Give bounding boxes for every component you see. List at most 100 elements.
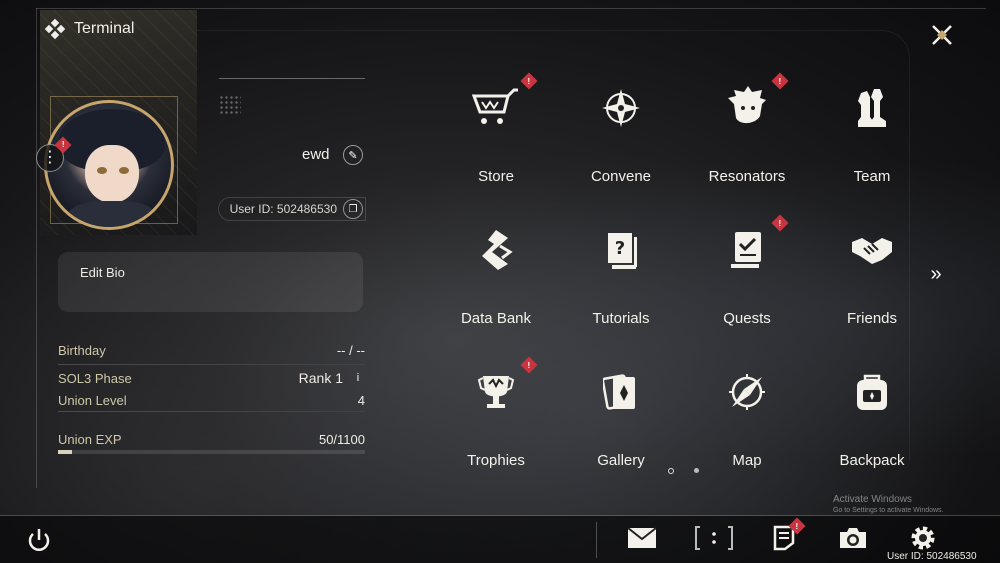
menu-team[interactable]: Team <box>817 82 927 202</box>
backpack-icon <box>846 366 898 418</box>
divider <box>596 522 597 558</box>
stat-value: 50/1100 <box>318 431 365 447</box>
menu-data-bank[interactable]: Data Bank <box>441 224 551 344</box>
menu-label: Store <box>478 168 514 185</box>
double-chevron-right-icon: » <box>930 262 942 285</box>
edit-name-button[interactable]: ✎ <box>343 145 363 165</box>
bracket-scan-icon <box>695 526 733 550</box>
menu-trophies[interactable]: ! Trophies <box>441 356 551 486</box>
terminal-diamond-icon <box>44 18 66 40</box>
menu-store[interactable]: ! Store <box>441 72 551 202</box>
watermark-line: Go to Settings to activate Windows. <box>833 507 944 514</box>
copy-id-button[interactable]: ❐ <box>343 199 363 219</box>
cards-icon <box>595 366 647 418</box>
menu-friends[interactable]: Friends <box>817 224 927 344</box>
menu-gallery[interactable]: Gallery <box>566 366 676 486</box>
page-title: Terminal <box>74 20 135 37</box>
stat-value: -- / -- <box>336 342 365 358</box>
character-head-icon <box>721 82 773 134</box>
avatar-collar <box>67 201 157 227</box>
avatar-eye <box>97 167 107 174</box>
menu-backpack[interactable]: Backpack <box>817 366 927 486</box>
menu-label: Quests <box>723 310 771 327</box>
stat-row-union-level: Union Level 4 <box>58 389 365 411</box>
more-options-button[interactable]: ⋮ ! <box>36 136 72 172</box>
info-button[interactable]: i <box>351 370 365 386</box>
notes-button[interactable]: ! <box>767 517 806 554</box>
stat-key: Birthday <box>58 342 106 358</box>
frame-line <box>36 8 986 9</box>
mail-button[interactable] <box>625 522 659 554</box>
stat-row-birthday: Birthday -- / -- <box>58 339 365 361</box>
divider <box>58 411 365 412</box>
menu-tutorials[interactable]: ? Tutorials <box>566 224 676 344</box>
edit-bio-box[interactable]: Edit Bio <box>58 252 363 312</box>
header: Terminal <box>44 18 135 40</box>
mail-icon <box>627 527 657 548</box>
menu-label: Convene <box>590 168 652 185</box>
menu-label: Backpack <box>839 452 905 469</box>
gear-icon <box>911 526 935 550</box>
compass-star-icon <box>595 82 647 134</box>
close-x-icon <box>932 25 952 45</box>
menu-label: Resonators <box>708 168 786 185</box>
decorative-dots <box>219 95 241 115</box>
avatar-face <box>85 145 139 203</box>
chess-pieces-icon <box>846 82 898 134</box>
exp-progress-bar <box>58 450 365 454</box>
menu-label: Friends <box>846 310 898 327</box>
trophy-icon <box>470 366 522 418</box>
stat-key: Union Level <box>58 392 127 408</box>
windows-activation-watermark: Activate Windows Go to Settings to activ… <box>833 494 944 514</box>
more-dots-icon: ⋮ <box>42 149 58 166</box>
page-dot-active <box>668 468 674 474</box>
copy-icon: ❐ <box>348 203 358 215</box>
close-button[interactable] <box>923 16 961 54</box>
page-dot[interactable] <box>694 468 699 473</box>
page-indicator <box>668 468 699 474</box>
menu-resonators[interactable]: ! Resonators <box>692 72 802 202</box>
stat-row-phase: SOL3 Phase Rank 1 i <box>58 367 365 389</box>
settings-button[interactable] <box>906 522 940 554</box>
checklist-icon <box>721 224 773 276</box>
frame-line <box>36 8 37 488</box>
player-name: ewd <box>302 146 330 163</box>
menu-label: Trophies <box>467 452 525 469</box>
power-button[interactable] <box>22 524 56 556</box>
menu-label: Tutorials <box>592 310 650 327</box>
stat-value: 4 <box>357 392 365 408</box>
compass-needle-icon <box>721 366 773 418</box>
bottom-user-id: User ID: 502486530 <box>887 551 977 562</box>
user-id-label: User ID: 502486530 <box>229 202 337 216</box>
menu-label: Data Bank <box>460 310 532 327</box>
watermark-line: Activate Windows <box>833 494 912 505</box>
menu-map[interactable]: Map <box>692 366 802 486</box>
rank-value: Rank 1 <box>298 370 343 386</box>
scan-button[interactable] <box>694 522 734 554</box>
stat-row-union-exp: Union EXP 50/1100 <box>58 428 365 450</box>
divider <box>219 78 365 79</box>
menu-quests[interactable]: ! Quests <box>692 214 802 344</box>
user-id-row: User ID: 502486530 ❐ <box>218 197 366 221</box>
cart-icon <box>470 82 522 134</box>
stat-key: Union EXP <box>58 431 122 447</box>
camera-button[interactable] <box>836 522 870 554</box>
divider <box>0 515 1000 516</box>
handshake-icon <box>846 224 898 276</box>
edit-bio-label: Edit Bio <box>80 265 125 280</box>
camera-icon <box>840 528 866 548</box>
menu-label: Team <box>853 168 891 185</box>
pencil-icon: ✎ <box>348 149 358 162</box>
svg-text:?: ? <box>615 238 625 259</box>
avatar-eye <box>119 167 129 174</box>
menu-label: Map <box>732 452 762 469</box>
next-page-button[interactable]: » <box>924 262 948 286</box>
stat-value: Rank 1 i <box>299 370 365 386</box>
power-icon <box>28 529 50 551</box>
menu-label: Gallery <box>597 452 645 469</box>
divider <box>58 364 365 365</box>
question-book-icon: ? <box>595 224 647 276</box>
avatar[interactable] <box>44 100 174 230</box>
menu-convene[interactable]: Convene <box>566 82 676 202</box>
stat-key: SOL3 Phase <box>58 370 132 386</box>
